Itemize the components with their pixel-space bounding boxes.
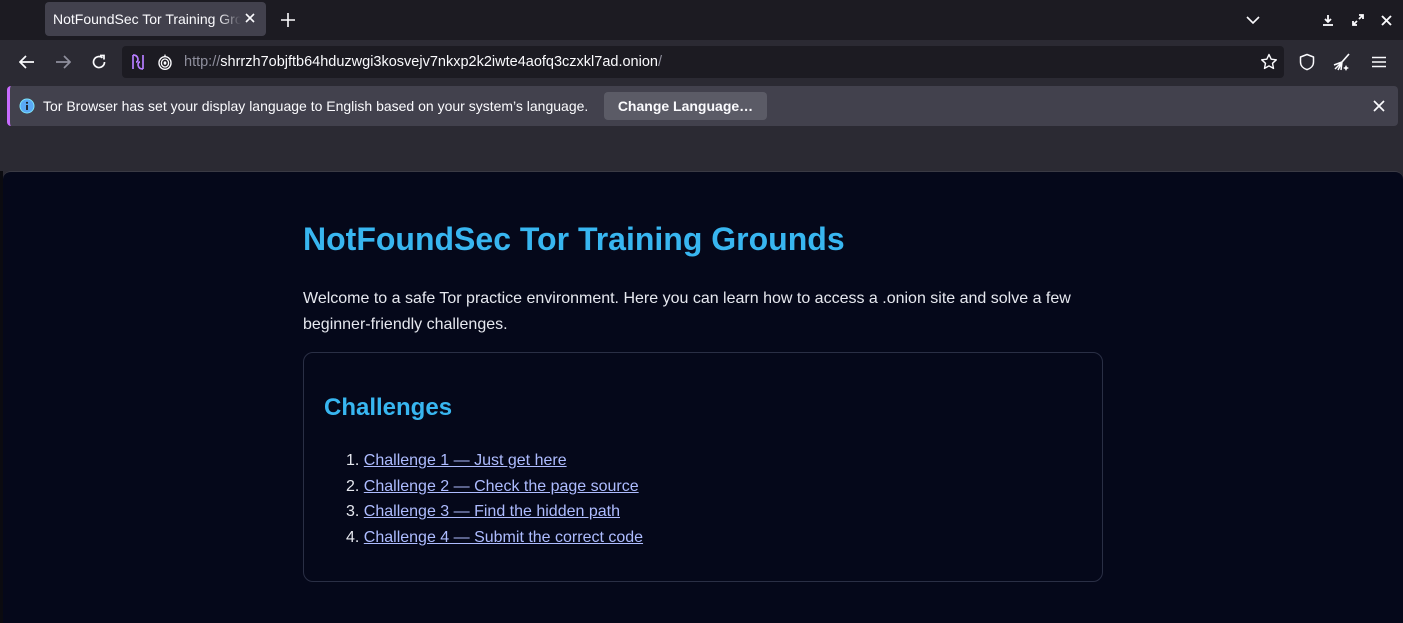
reload-icon[interactable] (87, 50, 111, 74)
list-item: 3. Challenge 3 — Find the hidden path (346, 499, 643, 525)
fullscreen-icon[interactable] (1348, 10, 1368, 30)
navigation-toolbar: http://shrrzh7objftb64hduzwgi3kosvejv7nk… (0, 40, 1403, 84)
list-number: 2. (346, 477, 360, 495)
star-icon[interactable] (1260, 53, 1278, 76)
tab-title: NotFoundSec Tor Training Grounds (53, 11, 241, 27)
challenges-heading: Challenges (324, 394, 453, 421)
menu-icon[interactable] (1367, 50, 1391, 74)
change-language-button[interactable]: Change Language… (604, 92, 767, 120)
notification-message: Tor Browser has set your display languag… (43, 98, 589, 114)
challenge-3-link[interactable]: Challenge 3 — Find the hidden path (364, 503, 620, 520)
tab-strip: NotFoundSec Tor Training Grounds (0, 0, 1403, 40)
window-close-icon[interactable] (1376, 10, 1396, 30)
close-icon[interactable] (242, 10, 258, 26)
tab-active[interactable]: NotFoundSec Tor Training Grounds (45, 2, 266, 36)
list-number: 3. (346, 503, 360, 521)
challenge-4-link[interactable]: Challenge 4 — Submit the correct code (364, 529, 643, 546)
forward-icon[interactable] (51, 50, 75, 74)
challenges-card: Challenges 1. Challenge 1 — Just get her… (303, 352, 1103, 582)
url-scheme: http:// (184, 54, 221, 70)
url-host: shrrzh7objftb64hduzwgi3kosvejv7nkxp2k2iw… (220, 54, 658, 70)
broom-icon[interactable] (1330, 50, 1354, 74)
list-number: 1. (346, 452, 360, 469)
download-icon[interactable] (1318, 10, 1338, 30)
chevron-down-icon[interactable] (1243, 10, 1263, 30)
intro-text: Welcome to a safe Tor practice environme… (303, 290, 1071, 333)
list-item: 1. Challenge 1 — Just get here (346, 448, 643, 474)
page-title: NotFoundSec Tor Training Grounds (303, 221, 845, 257)
url-text: http://shrrzh7objftb64hduzwgi3kosvejv7nk… (184, 54, 662, 70)
close-icon[interactable] (1370, 97, 1388, 115)
challenge-2-link[interactable]: Challenge 2 — Check the page source (364, 478, 639, 495)
info-icon (19, 98, 35, 119)
challenge-list: 1. Challenge 1 — Just get here 2. Challe… (346, 448, 643, 551)
url-path: / (657, 54, 663, 70)
page-content: NotFoundSec Tor Training Grounds Welcome… (3, 171, 1403, 623)
onion-icon[interactable] (158, 54, 172, 75)
url-bar[interactable]: http://shrrzh7objftb64hduzwgi3kosvejv7nk… (122, 46, 1284, 78)
shield-icon[interactable] (1295, 50, 1319, 74)
list-item: 2. Challenge 2 — Check the page source (346, 474, 643, 500)
list-number: 4. (346, 529, 360, 547)
notification-area: Tor Browser has set your display languag… (0, 84, 1403, 171)
list-item: 4. Challenge 4 — Submit the correct code (346, 525, 643, 551)
plus-icon[interactable] (278, 10, 298, 30)
tor-circuit-icon[interactable] (130, 53, 146, 76)
challenge-1-link[interactable]: Challenge 1 — Just get here (364, 452, 567, 469)
back-icon[interactable] (15, 50, 39, 74)
language-notification: Tor Browser has set your display languag… (7, 86, 1398, 126)
